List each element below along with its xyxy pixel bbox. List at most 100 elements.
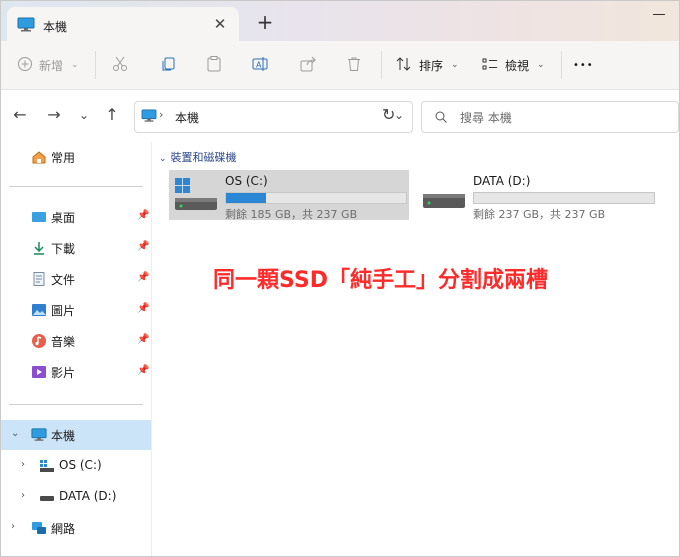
sort-icon [395,55,413,76]
sidebar-item-label: 桌面 [51,211,76,225]
drive-usage-fill [226,193,266,203]
breadcrumb-separator-icon: › [159,108,164,121]
drive-icon [421,178,467,217]
recent-locations-chevron-icon[interactable]: ⌄ [73,104,95,126]
pin-icon[interactable]: 📌 [137,272,149,283]
new-button[interactable]: 新增 ⌄ [17,49,79,81]
pin-icon[interactable]: 📌 [137,210,149,221]
sidebar-item-desktop[interactable]: 桌面 📌 [1,202,151,232]
drive-tile-c[interactable]: OS (C:) 剩餘 185 GB，共 237 GB [169,170,409,221]
more-options-button[interactable]: ••• [573,49,594,81]
view-button[interactable]: 檢視 ⌄ [481,49,545,81]
sidebar-item-this-pc[interactable]: ⌄ 本機 [1,420,151,450]
desktop-icon [31,209,47,225]
music-icon [31,333,47,349]
share-button[interactable] [299,49,317,81]
chevron-right-icon[interactable]: › [11,521,15,532]
trash-icon [345,55,363,76]
address-bar[interactable]: › 本機 ⌄ [134,101,413,133]
refresh-icon[interactable]: ↻ [382,105,395,124]
up-arrow-icon[interactable]: ↑ [101,104,123,126]
pin-icon[interactable]: 📌 [137,241,149,252]
sidebar-item-drive-d[interactable]: › DATA (D:) [1,482,151,512]
address-history-chevron-icon[interactable]: ⌄ [394,108,404,122]
sidebar-item-downloads[interactable]: 下載 📌 [1,233,151,263]
pin-icon[interactable]: 📌 [137,334,149,345]
chevron-down-icon: ⌄ [537,60,545,70]
monitor-icon [17,17,35,36]
pin-icon[interactable]: 📌 [137,303,149,314]
sidebar-item-label: 網路 [51,522,76,536]
divider [561,51,562,79]
delete-button[interactable] [345,49,363,81]
sidebar-item-music[interactable]: 音樂 📌 [1,326,151,356]
close-tab-icon[interactable]: ✕ [211,15,229,33]
scissors-icon [111,55,129,76]
new-tab-button[interactable]: + [253,11,277,35]
divider [381,51,382,79]
divider [9,186,143,187]
forward-arrow-icon[interactable]: → [43,104,65,126]
chevron-down-icon: ⌄ [71,60,79,70]
drive-usage-bar [473,192,655,204]
chevron-right-icon[interactable]: › [21,490,25,501]
drive-free-space: 剩餘 237 GB，共 237 GB [473,208,606,221]
file-explorer-window: 本機 ✕ + 新增 ⌄ A 排序 ⌄ 檢視 ⌄ ••• ← → ⌄ ↑ › 本機… [0,0,680,557]
drive-tile-d[interactable]: DATA (D:) 剩餘 237 GB，共 237 GB [417,170,657,221]
back-arrow-icon[interactable]: ← [9,104,31,126]
download-icon [31,240,47,256]
chevron-down-icon: ⌄ [159,154,167,164]
search-placeholder: 搜尋 本機 [460,111,512,125]
rename-button[interactable]: A [251,49,269,81]
sidebar-item-home[interactable]: 常用 [1,142,151,172]
sidebar-item-label: 影片 [51,366,76,380]
plus-circle-icon [17,56,33,75]
drive-free-space: 剩餘 185 GB，共 237 GB [225,208,358,221]
sidebar-item-label: 音樂 [51,335,76,349]
document-icon [31,271,47,287]
drive-usage-bar [225,192,407,204]
navigation-bar: ← → ⌄ ↑ › 本機 ⌄ ↻ 搜尋 本機 [1,90,679,142]
copy-icon [159,55,177,76]
navigation-pane: 常用 桌面 📌 下載 📌 文件 📌 圖片 📌 音樂 📌 影片 📌 ⌄ 本機 › … [1,142,152,556]
sidebar-item-label: OS (C:) [59,458,102,472]
picture-icon [31,302,47,318]
divider [9,404,143,405]
content-pane: ⌄ 裝置和磁碟機 OS (C:) 剩餘 185 GB，共 237 GB DATA … [153,142,679,556]
chevron-down-icon[interactable]: ⌄ [11,428,19,439]
group-header-devices[interactable]: ⌄ 裝置和磁碟機 [159,149,237,165]
sidebar-item-drive-c[interactable]: › OS (C:) [1,451,151,481]
sidebar-item-pictures[interactable]: 圖片 📌 [1,295,151,325]
chevron-right-icon[interactable]: › [21,459,25,470]
copy-button[interactable] [159,49,177,81]
divider [95,51,96,79]
pin-icon[interactable]: 📌 [137,365,149,376]
drive-icon [39,489,55,505]
new-button-label: 新增 [39,58,64,73]
svg-text:A: A [256,60,262,69]
sidebar-item-documents[interactable]: 文件 📌 [1,264,151,294]
drive-name: OS (C:) [225,174,268,188]
drive-name: DATA (D:) [473,174,531,188]
more-icon: ••• [573,59,594,71]
share-icon [299,55,317,76]
annotation-text: 同一顆SSD「純手工」分割成兩槽 [213,268,548,293]
sidebar-item-label: 下載 [51,242,76,256]
sidebar-item-label: 本機 [51,429,76,443]
search-input[interactable]: 搜尋 本機 [421,101,679,133]
minimize-button[interactable] [639,1,679,31]
cut-button[interactable] [111,49,129,81]
sort-button[interactable]: 排序 ⌄ [395,49,459,81]
paste-button[interactable] [205,49,223,81]
breadcrumb-this-pc[interactable]: 本機 [175,109,199,126]
sidebar-item-label: DATA (D:) [59,489,117,503]
video-icon [31,364,47,380]
rename-icon: A [251,55,269,76]
command-bar: 新增 ⌄ A 排序 ⌄ 檢視 ⌄ ••• [1,41,679,90]
sidebar-item-videos[interactable]: 影片 📌 [1,357,151,387]
monitor-icon [141,109,157,126]
sidebar-item-network[interactable]: › 網路 [1,513,151,543]
tab-title: 本機 [43,20,68,34]
chevron-down-icon: ⌄ [451,60,459,70]
view-button-label: 檢視 [505,58,530,73]
